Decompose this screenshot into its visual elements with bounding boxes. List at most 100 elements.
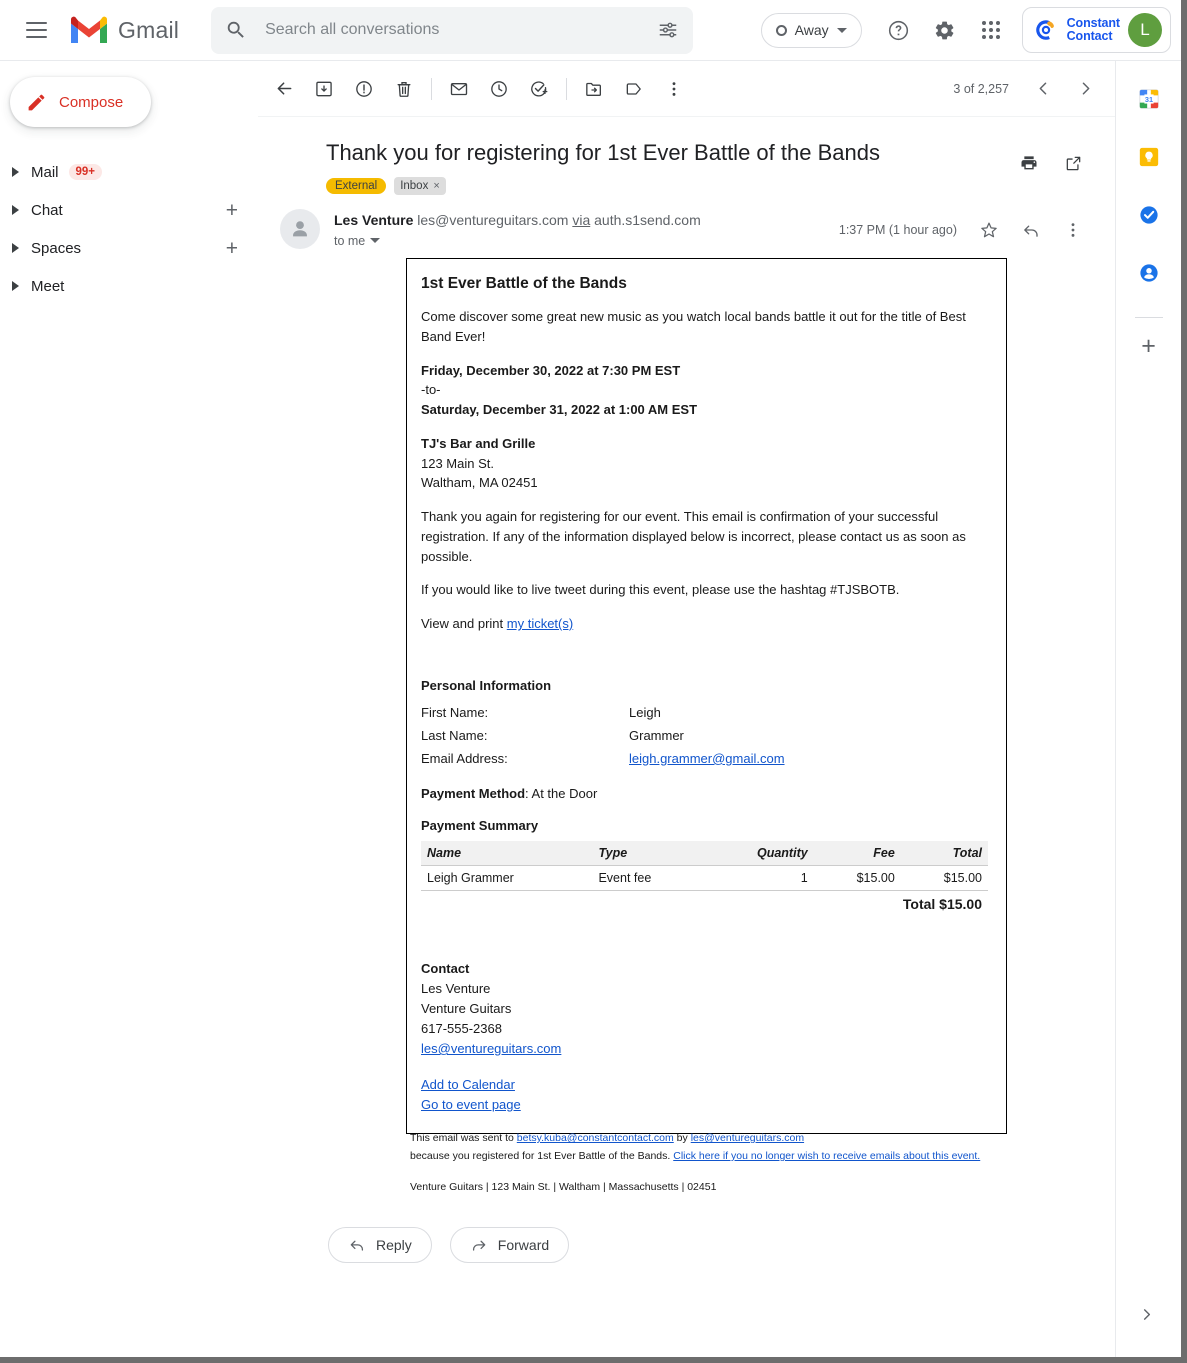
grand-total-label: Total — [902, 895, 936, 912]
footer-sent-to-line: This email was sent to betsy.kuba@consta… — [410, 1129, 1010, 1147]
google-keep-icon — [1138, 146, 1160, 168]
search-bar[interactable] — [211, 6, 694, 54]
star-button[interactable] — [969, 210, 1009, 250]
sidebar-item-label: Mail — [31, 163, 59, 181]
apps-grid-icon — [981, 21, 1000, 39]
reply-arrow-icon — [348, 1236, 366, 1254]
archive-button[interactable] — [304, 69, 344, 109]
google-tasks-button[interactable] — [1129, 195, 1169, 235]
more-vertical-icon — [664, 79, 684, 99]
add-to-calendar-link[interactable]: Add to Calendar — [421, 1077, 515, 1092]
left-sidebar: Compose Mail 99+ Chat + Spaces + Meet — [0, 61, 258, 1357]
top-right-controls: Away Constant Contact L — [760, 7, 1181, 53]
mark-unread-button[interactable] — [439, 69, 479, 109]
compose-button[interactable]: Compose — [10, 77, 151, 127]
move-to-button[interactable] — [574, 69, 614, 109]
sidebar-item-chat[interactable]: Chat + — [0, 191, 258, 229]
sent-to-prefix: This email was sent to — [410, 1132, 517, 1144]
print-button[interactable] — [1009, 143, 1049, 183]
chevron-right-icon — [12, 167, 19, 177]
delete-button[interactable] — [384, 69, 424, 109]
chevron-right-icon — [1143, 1309, 1151, 1320]
table-row: Last Name: Grammer — [421, 724, 988, 747]
back-arrow-icon — [274, 78, 295, 99]
sidebar-item-label: Spaces — [31, 239, 82, 257]
field-label: Email Address: — [421, 750, 508, 766]
status-label: Away — [794, 22, 829, 38]
message-more-button[interactable] — [1053, 210, 1093, 250]
sent-by-email-link[interactable]: les@ventureguitars.com — [691, 1132, 804, 1144]
pencil-icon — [26, 92, 47, 113]
google-calendar-button[interactable]: 31 — [1129, 79, 1169, 119]
sent-to-email-link[interactable]: betsy.kuba@constantcontact.com — [517, 1132, 674, 1144]
snooze-button[interactable] — [479, 69, 519, 109]
sidebar-item-spaces[interactable]: Spaces + — [0, 229, 258, 267]
event-start: Friday, December 30, 2022 at 7:30 PM EST — [421, 362, 681, 378]
google-keep-button[interactable] — [1129, 137, 1169, 177]
field-value: Grammer — [629, 727, 684, 743]
help-button[interactable] — [878, 9, 920, 51]
search-input[interactable] — [263, 20, 658, 40]
venue-name: TJ's Bar and Grille — [421, 435, 536, 451]
sidebar-item-mail[interactable]: Mail 99+ — [0, 153, 258, 191]
add-space-icon[interactable]: + — [226, 238, 238, 259]
next-message-button[interactable] — [1065, 69, 1105, 109]
contact-email-link[interactable]: les@ventureguitars.com — [421, 1041, 561, 1056]
back-button[interactable] — [264, 69, 304, 109]
table-header-row: Name Type Quantity Fee Total — [421, 840, 988, 866]
help-icon — [887, 19, 910, 42]
add-to-tasks-button[interactable] — [519, 69, 559, 109]
external-badge[interactable]: External — [326, 177, 387, 194]
add-chat-icon[interactable]: + — [226, 200, 238, 221]
recipient-toggle[interactable]: to me — [334, 234, 701, 248]
avatar[interactable]: L — [1128, 13, 1162, 47]
gmail-m-icon — [68, 14, 110, 46]
star-icon — [979, 220, 999, 240]
labels-button[interactable] — [614, 69, 654, 109]
reply-icon-button[interactable] — [1011, 210, 1051, 250]
event-title: 1st Ever Battle of the Bands — [421, 275, 627, 292]
inbox-chip-label: Inbox — [400, 179, 429, 192]
more-options-button[interactable] — [654, 69, 694, 109]
column-header-type: Type — [592, 840, 705, 866]
previous-message-button[interactable] — [1023, 69, 1063, 109]
add-addon-button[interactable]: + — [1141, 334, 1156, 359]
message-pager: 3 of 2,257 — [953, 69, 1105, 109]
status-circle-icon — [775, 24, 787, 36]
column-header-name: Name — [421, 840, 593, 866]
sender-name: Les Venture — [334, 211, 414, 228]
google-tasks-icon — [1138, 204, 1160, 226]
event-links: Add to Calendar Go to event page — [421, 1075, 988, 1115]
google-apps-button[interactable] — [970, 9, 1012, 51]
report-spam-button[interactable] — [344, 69, 384, 109]
google-contacts-icon — [1138, 262, 1160, 284]
go-to-event-page-link[interactable]: Go to event page — [421, 1097, 521, 1112]
toolbar-divider — [566, 77, 567, 100]
google-contacts-button[interactable] — [1129, 253, 1169, 293]
personal-information-heading: Personal Information — [421, 677, 552, 693]
page-title: Thank you for registering for 1st Ever B… — [326, 140, 880, 165]
gmail-logo[interactable]: Gmail — [68, 14, 179, 46]
forward-button[interactable]: Forward — [449, 1227, 570, 1263]
account-switcher[interactable]: Constant Contact L — [1021, 7, 1171, 53]
sender-row: Les Venture les@ventureguitars.com via a… — [258, 195, 1115, 250]
ticket-prefix: View and print — [421, 616, 507, 631]
via-domain: auth.s1send.com — [594, 211, 701, 228]
open-in-new-window-button[interactable] — [1053, 143, 1093, 183]
open-in-new-window-icon — [1064, 154, 1083, 173]
settings-button[interactable] — [924, 9, 966, 51]
close-icon[interactable]: × — [433, 180, 439, 192]
sidebar-item-meet[interactable]: Meet — [0, 267, 258, 305]
panel-divider — [1134, 317, 1163, 318]
inbox-chip[interactable]: Inbox × — [394, 176, 446, 195]
registrant-email-link[interactable]: leigh.grammer@gmail.com — [629, 747, 988, 770]
status-away-button[interactable]: Away — [760, 12, 862, 48]
payment-method-line: Payment Method: At the Door — [421, 784, 988, 804]
unsubscribe-link[interactable]: Click here if you no longer wish to rece… — [673, 1150, 980, 1162]
search-options-icon[interactable] — [657, 19, 679, 41]
my-tickets-link[interactable]: my ticket(s) — [507, 616, 573, 631]
main-menu-icon[interactable] — [12, 6, 60, 54]
reply-button[interactable]: Reply — [328, 1227, 432, 1263]
label-chips: External Inbox × — [326, 176, 880, 195]
expand-panel-button[interactable] — [1138, 1306, 1155, 1323]
